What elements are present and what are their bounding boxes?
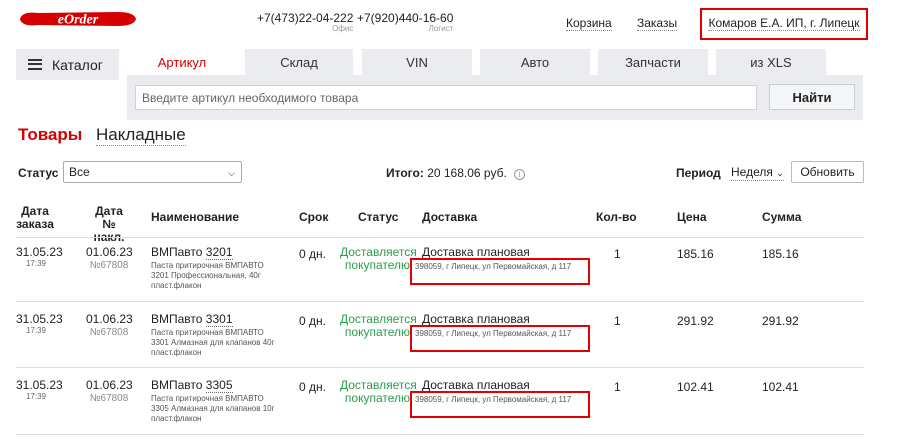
article-code[interactable]: 3301 — [205, 312, 233, 327]
section-invoices[interactable]: Накладные — [96, 125, 186, 146]
logo-text: eOrder — [58, 13, 99, 28]
order-time: 17:39 — [25, 326, 47, 335]
section-goods[interactable]: Товары — [18, 125, 82, 145]
total-value: 20 168.06 руб. — [427, 166, 507, 180]
period-value: Неделя — [731, 165, 773, 179]
phone-logist-number: +7(920)440-16-60 — [357, 11, 454, 25]
find-button[interactable]: Найти — [769, 84, 855, 110]
row-divider — [16, 301, 864, 302]
quantity: 1 — [614, 380, 621, 394]
col-term: Срок — [299, 210, 329, 224]
col-price: Цена — [677, 210, 707, 224]
chevron-down-icon: ⌄ — [776, 168, 784, 178]
status-select[interactable]: Все ⌵ — [63, 161, 242, 183]
delivery-address: 398059, г Липецк, ул Первомайская, д 117 — [410, 325, 590, 352]
sum: 291.92 — [762, 314, 799, 328]
article-code[interactable]: 3305 — [205, 378, 233, 393]
quantity: 1 — [614, 247, 621, 261]
catalog-label: Каталог — [52, 56, 103, 73]
invoice-date: 01.06.23 — [86, 378, 133, 392]
col-sum: Сумма — [762, 210, 802, 224]
col-name: Наименование — [151, 210, 240, 224]
phone-logist-caption: Логист — [428, 24, 454, 33]
brand: ВМПавто — [151, 245, 203, 259]
status-select-value: Все — [69, 165, 90, 179]
refresh-button[interactable]: Обновить — [791, 161, 864, 183]
col-delivery: Доставка — [422, 210, 478, 224]
invoice-number: №67808 — [89, 260, 129, 271]
brand: ВМПавто — [151, 312, 203, 326]
col-order-date: Дата заказа — [16, 204, 54, 231]
status-text: Доставляется покупателю — [340, 378, 417, 405]
total-summary: Итого: 20 168.06 руб. i — [386, 166, 526, 180]
tab-stock[interactable]: Склад — [245, 49, 353, 75]
phone-logist: +7(920)440-16-60 Логист — [357, 11, 453, 33]
price: 185.16 — [677, 247, 714, 261]
table-divider — [16, 237, 864, 238]
status-text: Доставляется покупателю — [340, 245, 417, 272]
price: 102.41 — [677, 380, 714, 394]
price: 291.92 — [677, 314, 714, 328]
order-time: 17:39 — [25, 392, 47, 401]
article-search-input[interactable] — [135, 85, 757, 110]
invoice-number: №67808 — [89, 393, 129, 404]
row-divider — [16, 367, 864, 368]
phone-office-caption: Офис — [332, 24, 354, 33]
tab-auto[interactable]: Авто — [480, 49, 590, 75]
delivery-address: 398059, г Липецк, ул Первомайская, д 117 — [410, 391, 590, 418]
info-icon[interactable]: i — [514, 169, 526, 180]
phone-office: +7(473)22-04-222 Офис — [257, 11, 353, 33]
period-label: Период — [676, 166, 721, 180]
status-filter-label: Статус — [18, 166, 59, 180]
term: 0 дн. — [299, 247, 326, 261]
article-code[interactable]: 3201 — [205, 245, 233, 260]
product-description: Паста притирочная ВМПАВТО 3305 Алмазная … — [151, 394, 275, 423]
order-time: 17:39 — [25, 259, 47, 268]
brand: ВМПавто — [151, 378, 203, 392]
sum: 185.16 — [762, 247, 799, 261]
order-date: 31.05.23 — [16, 312, 63, 326]
quantity: 1 — [614, 314, 621, 328]
order-date: 31.05.23 — [16, 245, 63, 259]
status-text: Доставляется покупателю — [340, 312, 417, 339]
col-invoice-date: Дата № накл. — [93, 204, 125, 244]
eorder-logo[interactable]: eOrder — [18, 8, 138, 30]
tab-vin[interactable]: VIN — [362, 49, 472, 75]
chevron-down-icon: ⌵ — [228, 168, 235, 178]
invoice-date: 01.06.23 — [86, 312, 133, 326]
user-account[interactable]: Комаров Е.А. ИП, г. Липецк — [700, 8, 868, 40]
row-divider — [16, 434, 864, 435]
term: 0 дн. — [299, 380, 326, 394]
invoice-date: 01.06.23 — [86, 245, 133, 259]
sum: 102.41 — [762, 380, 799, 394]
cart-link[interactable]: Корзина — [566, 17, 612, 31]
product-description: Паста притирочная ВМПАВТО 3201 Профессио… — [151, 261, 264, 290]
col-qty: Кол-во — [596, 210, 637, 224]
order-date: 31.05.23 — [16, 378, 63, 392]
col-status: Статус — [358, 210, 399, 224]
period-select[interactable]: Неделя ⌄ — [731, 166, 784, 181]
phone-office-number: +7(473)22-04-222 — [257, 11, 354, 25]
user-name[interactable]: Комаров Е.А. ИП, г. Липецк — [708, 17, 860, 31]
catalog-button[interactable]: Каталог — [16, 49, 119, 80]
term: 0 дн. — [299, 314, 326, 328]
hamburger-icon — [28, 59, 42, 70]
orders-link[interactable]: Заказы — [637, 17, 678, 31]
product-description: Паста притирочная ВМПАВТО 3301 Алмазная … — [151, 328, 275, 357]
total-label: Итого: — [386, 166, 424, 180]
tab-parts[interactable]: Запчасти — [598, 49, 708, 75]
tab-xls[interactable]: из XLS — [716, 49, 826, 75]
invoice-number: №67808 — [89, 327, 129, 338]
delivery-address: 398059, г Липецк, ул Первомайская, д 117 — [410, 258, 590, 285]
tab-article[interactable]: Артикул — [127, 49, 237, 75]
